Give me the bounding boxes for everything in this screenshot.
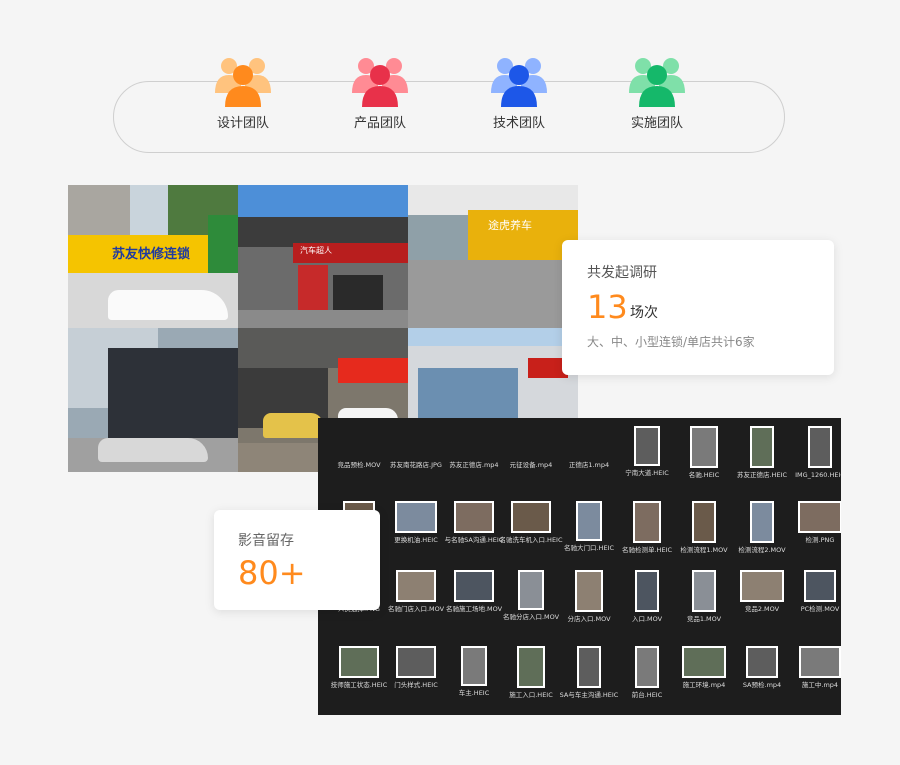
- file-thumbnail: [746, 646, 778, 678]
- team-people-icon: [489, 55, 549, 107]
- team-3: 技术团队: [464, 55, 574, 131]
- file-thumbnail: [804, 570, 836, 602]
- research-count: 13: [587, 288, 628, 326]
- research-card: 共发起调研 13 场次 大、中、小型连锁/单店共计6家: [562, 240, 834, 375]
- store-sign-3: 途虎养车: [488, 219, 532, 232]
- file-thumbnail: [682, 646, 726, 678]
- team-label: 实施团队: [630, 116, 683, 131]
- file-name: 检测流程2.MOV: [738, 546, 786, 554]
- file-thumbnail: [635, 646, 659, 688]
- media-count: 80+: [238, 554, 306, 592]
- file-name: 前台.HEIC: [631, 691, 663, 699]
- team-label: 设计团队: [216, 116, 269, 131]
- file-thumbnail: [454, 501, 494, 533]
- file-thumbnail: [634, 426, 660, 466]
- file-name: 检测.PNG: [805, 536, 835, 544]
- file-name: 竞品1.MOV: [686, 615, 722, 623]
- file-name: 施工中.mp4: [801, 681, 839, 689]
- file-thumbnail: [808, 426, 832, 468]
- store-sign-2: 汽车超人: [300, 246, 332, 255]
- file-thumbnail: [461, 646, 487, 686]
- team-1: 设计团队: [188, 55, 298, 131]
- store-photo-1: 苏友快修连锁: [68, 185, 238, 328]
- file-thumbnail: [635, 570, 659, 612]
- file-thumbnail: [396, 570, 436, 602]
- file-name: IMG_1260.HEIC: [795, 471, 841, 479]
- file-thumbnail: [395, 501, 437, 533]
- file-thumbnail: [690, 426, 718, 468]
- team-people-icon: [627, 55, 687, 107]
- file-thumbnail: [396, 646, 436, 678]
- file-thumbnail: [692, 570, 716, 612]
- file-thumbnail: [633, 501, 661, 543]
- store-photo-2: 汽车超人: [238, 185, 408, 328]
- file-thumbnail: [750, 501, 774, 543]
- media-card: 影音留存 80+: [214, 510, 380, 610]
- store-photo-4: [68, 328, 238, 472]
- file-item[interactable]: PC检测.MOV: [783, 570, 841, 614]
- file-thumbnail: [692, 501, 716, 543]
- file-item[interactable]: 检测.PNG: [783, 501, 841, 545]
- file-thumbnail: [799, 646, 841, 678]
- file-name: PC检测.MOV: [800, 605, 840, 613]
- file-thumbnail: [575, 570, 603, 612]
- research-title: 共发起调研: [587, 265, 657, 281]
- file-thumbnail: [518, 570, 544, 610]
- file-thumbnail: [454, 570, 494, 602]
- file-thumbnail: [577, 646, 601, 688]
- file-thumbnail: [576, 501, 602, 541]
- team-4: 实施团队: [602, 55, 712, 131]
- file-thumbnail: [798, 501, 841, 533]
- research-unit: 场次: [630, 305, 658, 321]
- team-label: 产品团队: [353, 116, 406, 131]
- file-thumbnail: [750, 426, 774, 468]
- file-item[interactable]: IMG_1260.HEIC: [783, 426, 841, 480]
- file-thumbnail: [511, 501, 551, 533]
- team-people-icon: [213, 55, 273, 107]
- store-sign-1: 苏友快修连锁: [112, 247, 191, 262]
- team-2: 产品团队: [325, 55, 435, 131]
- media-file-browser: 竞品预检.MOV 苏友南花路店.JPG 苏友正德店.mp4 元征设备.mp4 正德店1.…: [318, 418, 841, 715]
- team-label: 技术团队: [492, 116, 545, 131]
- file-item[interactable]: 施工中.mp4: [783, 646, 841, 690]
- store-photo-3: 途虎养车: [408, 185, 578, 328]
- media-title: 影音留存: [238, 533, 294, 549]
- file-thumbnail: [740, 570, 784, 602]
- file-thumbnail: [339, 646, 379, 678]
- file-thumbnail: [517, 646, 545, 688]
- team-people-icon: [350, 55, 410, 107]
- research-subtitle: 大、中、小型连锁/单店共计6家: [587, 335, 755, 349]
